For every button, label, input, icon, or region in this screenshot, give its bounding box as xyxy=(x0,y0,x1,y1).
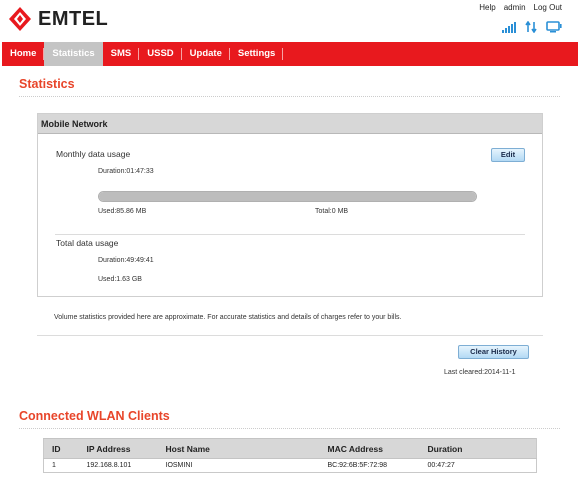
wlan-clients-table: ID IP Address Host Name MAC Address Dura… xyxy=(43,438,537,473)
cell-host: IOSMINI xyxy=(157,458,320,473)
title-divider xyxy=(19,96,560,97)
disclaimer-text: Volume statistics provided here are appr… xyxy=(54,314,402,321)
user-link[interactable]: admin xyxy=(504,3,526,12)
help-link[interactable]: Help xyxy=(479,3,495,12)
nav-item-statistics[interactable]: Statistics xyxy=(44,42,103,66)
wlan-clients-title: Connected WLAN Clients xyxy=(19,409,170,423)
monitor-icon xyxy=(546,21,562,33)
nav-item-home[interactable]: Home xyxy=(2,42,45,66)
column-header-id: ID xyxy=(43,438,79,459)
column-header-ip: IP Address xyxy=(78,438,158,459)
cell-id: 1 xyxy=(43,458,79,473)
disclaimer-divider xyxy=(37,335,543,336)
signal-icon xyxy=(502,22,516,33)
table-row: 1 192.168.8.101 IOSMINI BC:92:6B:5F:72:9… xyxy=(43,458,537,473)
cell-ip: 192.168.8.101 xyxy=(78,458,158,473)
main-nav: Home Statistics SMS USSD Update Settings xyxy=(2,42,578,66)
data-transfer-icon xyxy=(525,21,537,33)
last-cleared: Last cleared:2014-11-1 xyxy=(444,369,516,376)
monthly-total: Total:0 MB xyxy=(315,208,349,215)
monthly-usage-label: Monthly data usage xyxy=(56,149,131,159)
mobile-network-title: Mobile Network xyxy=(38,114,542,134)
nav-item-ussd[interactable]: USSD xyxy=(139,42,183,66)
page-title: Statistics xyxy=(19,77,75,91)
total-usage-label: Total data usage xyxy=(56,238,119,248)
column-header-duration: Duration xyxy=(419,438,537,459)
status-icons xyxy=(502,21,562,33)
column-header-host: Host Name xyxy=(157,438,320,459)
table-header-row: ID IP Address Host Name MAC Address Dura… xyxy=(43,438,537,459)
usage-divider xyxy=(55,234,525,235)
monthly-usage-progress-fill xyxy=(99,192,476,201)
nav-item-sms[interactable]: SMS xyxy=(103,42,140,66)
monthly-used: Used:85.86 MB xyxy=(98,208,147,215)
total-duration: Duration:49:49:41 xyxy=(98,257,154,264)
clear-history-button[interactable]: Clear History xyxy=(458,345,529,359)
wlan-title-divider xyxy=(19,428,560,429)
emtel-logo[interactable]: EMTEL xyxy=(8,6,108,32)
brand-name: EMTEL xyxy=(38,7,109,30)
monthly-duration: Duration:01:47:33 xyxy=(98,168,154,175)
cell-mac: BC:92:6B:5F:72:98 xyxy=(319,458,420,473)
top-links: Help admin Log Out xyxy=(479,3,562,12)
nav-item-update[interactable]: Update xyxy=(182,42,231,66)
logout-link[interactable]: Log Out xyxy=(534,3,562,12)
total-used: Used:1.63 GB xyxy=(98,276,142,283)
monthly-usage-progress-bar xyxy=(98,191,477,202)
cell-duration: 00:47:27 xyxy=(419,458,537,473)
nav-item-settings[interactable]: Settings xyxy=(230,42,284,66)
column-header-mac: MAC Address xyxy=(319,438,420,459)
mobile-network-panel: Mobile Network xyxy=(37,113,543,297)
edit-button[interactable]: Edit xyxy=(491,148,525,162)
emtel-logo-mark-icon xyxy=(8,6,32,32)
